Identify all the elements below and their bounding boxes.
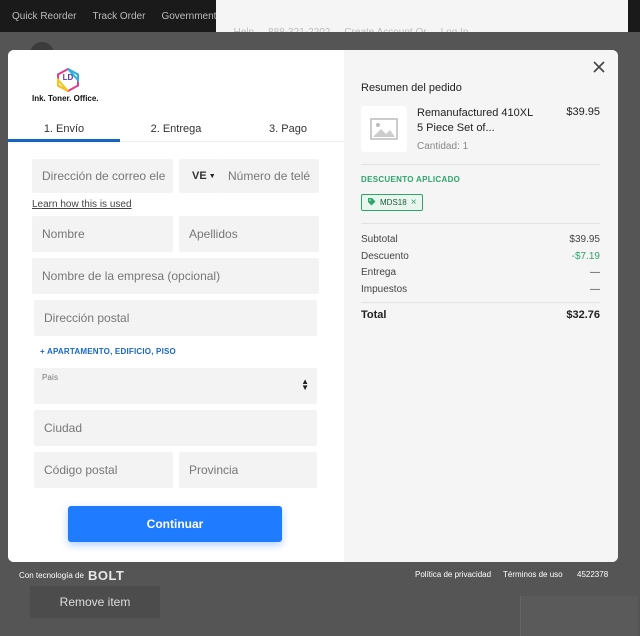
bolt-logo: BOLT [87, 568, 125, 583]
discount-value: -$7.19 [571, 250, 600, 262]
logo-mark: LD [62, 73, 74, 82]
learn-how-link[interactable]: Learn how this is used [32, 199, 132, 210]
add-apartment-link[interactable]: + APARTAMENTO, EDIFICIO, PISO [40, 347, 176, 356]
background-corner-panel [520, 596, 638, 636]
modal-footer: Con tecnología de BOLT Política de priva… [0, 562, 640, 586]
phone-country-select[interactable]: VE ▼ [179, 159, 219, 193]
shipping-form-panel: LD Ink. Toner. Office. 1. Envío 2. Entre… [8, 50, 344, 562]
select-arrows-icon: ▲ ▼ [301, 377, 309, 392]
footer-code: 4522378 [577, 570, 609, 579]
checkout-steps: 1. Envío 2. Entrega 3. Pago [8, 118, 344, 142]
email-input[interactable]: Dirección de correo ele [32, 159, 173, 193]
subtotal-label: Subtotal [361, 234, 398, 245]
address-input[interactable]: Dirección postal [34, 300, 317, 336]
logo-tagline: Ink. Toner. Office. [32, 94, 99, 103]
item-details: Remanufactured 410XL 5 Piece Set of... C… [417, 106, 556, 154]
taxes-row: Impuestos — [361, 282, 600, 299]
powered-by-text: Con tecnología de [19, 571, 84, 580]
active-tab-indicator [8, 139, 120, 142]
country-caret-icon: ▼ [208, 172, 216, 180]
discount-label: Descuento [361, 250, 409, 262]
bg-remove-item-button: Remove item [30, 586, 160, 618]
phone-country-code: VE [192, 170, 207, 182]
country-label: País [42, 373, 59, 382]
bg-quick-reorder: Quick Reorder [12, 10, 77, 22]
discount-applied-label: DESCUENTO APLICADO [361, 175, 461, 184]
shipping-value: — [590, 267, 600, 278]
close-icon[interactable] [592, 60, 606, 74]
continue-button[interactable]: Continuar [68, 506, 282, 542]
remove-coupon-icon[interactable]: × [411, 197, 417, 208]
totals-divider [361, 223, 600, 224]
background-topbar: Quick Reorder Track Order Government Hel… [0, 0, 640, 38]
powered-by: Con tecnología de BOLT [19, 568, 124, 583]
item-name-line2: 5 Piece Set of... [417, 122, 495, 134]
total-label: Total [361, 309, 387, 321]
item-name-line1: Remanufactured 410XL [417, 107, 534, 119]
summary-title: Resumen del pedido [361, 82, 462, 94]
total-divider [361, 302, 600, 303]
bg-track-order: Track Order [92, 10, 146, 22]
total-row: Total $32.76 [361, 307, 600, 324]
company-input[interactable]: Nombre de la empresa (opcional) [32, 258, 319, 294]
province-input[interactable]: Provincia [179, 452, 317, 488]
cart-item: Remanufactured 410XL 5 Piece Set of... C… [361, 106, 600, 154]
last-name-input[interactable]: Apellidos [179, 216, 319, 252]
taxes-value: — [590, 283, 600, 295]
bg-government: Government [161, 10, 217, 22]
terms-link[interactable]: Términos de uso [503, 570, 563, 579]
country-select[interactable]: País ▲ ▼ [34, 368, 317, 404]
tab-delivery[interactable]: 2. Entrega [120, 118, 232, 140]
shipping-row: Entrega — [361, 265, 600, 282]
total-value: $32.76 [566, 309, 600, 321]
tab-payment[interactable]: 3. Pago [232, 118, 344, 140]
logo-hexagon-icon: LD [56, 67, 80, 93]
order-summary-panel: Resumen del pedido Remanufactured 410XL … [344, 50, 618, 562]
taxes-label: Impuestos [361, 283, 408, 295]
postal-code-input[interactable]: Código postal [34, 452, 173, 488]
shipping-label: Entrega [361, 267, 397, 278]
footer-links: Política de privacidad Términos de uso [415, 570, 563, 579]
product-image-placeholder-icon [361, 106, 407, 152]
subtotal-value: $39.95 [569, 234, 600, 245]
subtotal-row: Subtotal $39.95 [361, 232, 600, 249]
coupon-code: MDS18 [380, 198, 407, 207]
checkout-modal: LD Ink. Toner. Office. 1. Envío 2. Entre… [8, 50, 618, 562]
first-name-input[interactable]: Nombre [32, 216, 173, 252]
summary-divider [361, 164, 600, 165]
discount-row: Descuento -$7.19 [361, 249, 600, 266]
city-input[interactable]: Ciudad [34, 410, 317, 446]
item-price: $39.95 [566, 106, 600, 118]
coupon-chip: MDS18 × [361, 194, 423, 211]
tab-shipping[interactable]: 1. Envío [8, 118, 120, 140]
phone-input[interactable]: Número de telé [218, 159, 319, 193]
tag-icon [367, 197, 376, 208]
privacy-link[interactable]: Política de privacidad [415, 570, 491, 579]
store-logo: LD Ink. Toner. Office. [32, 67, 112, 104]
item-quantity: Cantidad: 1 [417, 141, 469, 152]
